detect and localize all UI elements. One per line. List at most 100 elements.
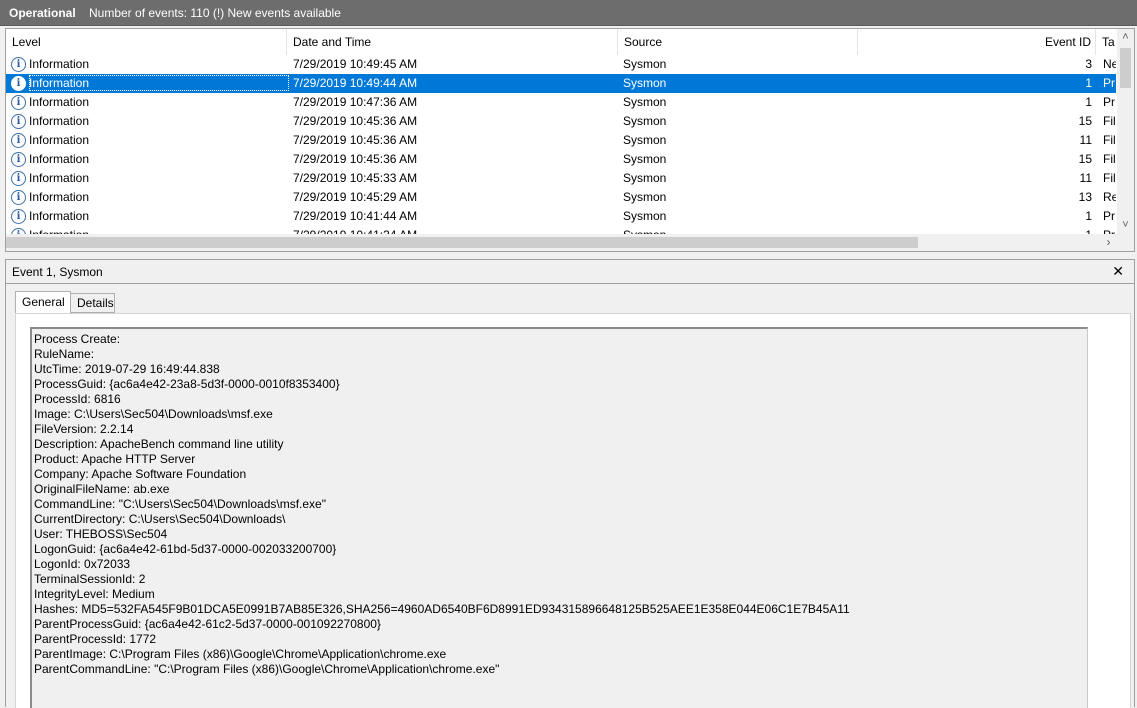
cell-event-id: 1 <box>1085 76 1092 90</box>
table-row[interactable]: i Information 7/29/2019 10:41:44 AM Sysmon 1… <box>6 207 1116 226</box>
table-row[interactable]: i Information 7/29/2019 10:45:36 AM Sysmon 1… <box>6 131 1116 150</box>
cell-task: Pr <box>1103 95 1115 109</box>
tab-general[interactable]: General <box>15 291 71 314</box>
cell-event-id: 3 <box>1085 57 1092 71</box>
scroll-up-icon[interactable]: ˄ <box>1117 29 1134 46</box>
description-line: Product: Apache HTTP Server <box>34 452 196 466</box>
info-icon: i <box>11 76 26 91</box>
description-line: Description: ApacheBench command line ut… <box>34 437 284 451</box>
cell-level: Information <box>29 209 90 223</box>
log-title: Operational <box>9 5 76 20</box>
cell-level: Information <box>29 95 90 109</box>
column-header-level[interactable]: Level <box>6 29 287 55</box>
cell-level: Information <box>29 114 90 128</box>
cell-event-id: 1 <box>1085 209 1092 223</box>
cell-task: Ne <box>1103 57 1116 71</box>
vertical-scrollbar[interactable]: ˄ ˅ <box>1117 29 1134 234</box>
event-detail-pane: Event 1, Sysmon ✕ General Details Proces… <box>5 259 1135 708</box>
info-icon: i <box>11 152 26 167</box>
cell-source: Sysmon <box>623 152 667 166</box>
description-line: User: THEBOSS\Sec504 <box>34 527 168 541</box>
cell-source: Sysmon <box>623 171 667 185</box>
table-row[interactable]: i Information 7/29/2019 10:45:36 AM Sysmon 1… <box>6 150 1116 169</box>
description-line: LogonGuid: {ac6a4e42-61bd-5d37-0000-0020… <box>34 542 337 556</box>
general-tab-panel: Process Create: RuleName: UtcTime: 2019-07… <box>15 313 1131 708</box>
info-icon: i <box>11 57 26 72</box>
cell-source: Sysmon <box>623 95 667 109</box>
scroll-right-icon[interactable]: › <box>1100 234 1117 251</box>
cell-task: Pr <box>1103 76 1115 90</box>
column-header-task[interactable]: Ta <box>1096 29 1116 55</box>
cell-task: Fil <box>1103 171 1116 185</box>
cell-task: Fil <box>1103 133 1116 147</box>
cell-event-id: 15 <box>1078 152 1092 166</box>
table-row[interactable]: i Information 7/29/2019 10:45:36 AM Sysmon 1… <box>6 112 1116 131</box>
info-icon: i <box>11 209 26 224</box>
description-line: OriginalFileName: ab.exe <box>34 482 170 496</box>
description-line: FileVersion: 2.2.14 <box>34 422 134 436</box>
cell-date: 7/29/2019 10:49:44 AM <box>293 76 418 90</box>
description-line: ProcessId: 6816 <box>34 392 121 406</box>
info-icon: i <box>11 171 26 186</box>
cell-event-id: 13 <box>1078 190 1092 204</box>
cell-date: 7/29/2019 10:47:36 AM <box>293 95 418 109</box>
events-list[interactable]: Level Date and Time Source Event ID Ta i… <box>5 28 1135 252</box>
table-row[interactable]: i Information 7/29/2019 10:49:45 AM Sysmon 3… <box>6 55 1116 74</box>
cell-level: Information <box>29 57 90 71</box>
close-icon[interactable]: ✕ <box>1112 261 1124 281</box>
description-line: LogonId: 0x72033 <box>34 557 131 571</box>
cell-date: 7/29/2019 10:49:45 AM <box>293 57 418 71</box>
info-icon: i <box>11 114 26 129</box>
cell-event-id: 15 <box>1078 114 1092 128</box>
column-header-event-id[interactable]: Event ID <box>858 29 1096 55</box>
info-icon: i <box>11 95 26 110</box>
cell-event-id: 11 <box>1079 171 1092 185</box>
cell-date: 7/29/2019 10:41:44 AM <box>293 209 418 223</box>
info-icon: i <box>11 190 26 205</box>
cell-date: 7/29/2019 10:45:33 AM <box>293 171 418 185</box>
cell-source: Sysmon <box>623 133 667 147</box>
description-line: UtcTime: 2019-07-29 16:49:44.838 <box>34 362 220 376</box>
description-line: ParentCommandLine: "C:\Program Files (x8… <box>34 662 500 676</box>
cell-date: 7/29/2019 10:45:36 AM <box>293 114 418 128</box>
description-line: RuleName: <box>34 347 95 361</box>
description-line: Process Create: <box>34 332 121 346</box>
column-header-date[interactable]: Date and Time <box>287 29 618 55</box>
description-line: ProcessGuid: {ac6a4e42-23a8-5d3f-0000-00… <box>34 377 340 391</box>
detail-divider <box>6 283 1134 284</box>
event-count: Number of events: 110 (!) New events ava… <box>89 5 341 20</box>
cell-date: 7/29/2019 10:45:29 AM <box>293 190 418 204</box>
description-line: TerminalSessionId: 2 <box>34 572 146 586</box>
cell-task: Fil <box>1103 114 1116 128</box>
cell-source: Sysmon <box>623 114 667 128</box>
cell-task: Pr <box>1103 209 1115 223</box>
log-header: Operational Number of events: 110 (!) Ne… <box>0 0 1137 26</box>
description-line: IntegrityLevel: Medium <box>34 587 155 601</box>
cell-level: Information <box>29 171 90 185</box>
table-row[interactable]: i Information 7/29/2019 10:45:29 AM Sysmon 1… <box>6 188 1116 207</box>
table-row[interactable]: i Information 7/29/2019 10:47:36 AM Sysmon 1… <box>6 93 1116 112</box>
cell-task: Fil <box>1103 152 1116 166</box>
column-header-source[interactable]: Source <box>618 29 858 55</box>
scroll-down-icon[interactable]: ˅ <box>1117 217 1134 234</box>
description-line: Company: Apache Software Foundation <box>34 467 247 481</box>
table-row[interactable]: i Information 7/29/2019 10:49:44 AM Sysmon 1… <box>6 74 1116 93</box>
cell-event-id: 1 <box>1085 95 1092 109</box>
table-row[interactable]: i Information 7/29/2019 10:45:33 AM Sysmon 1… <box>6 169 1116 188</box>
description-line: Hashes: MD5=532FA545F9B01DCA5E0991B7AB85… <box>34 602 850 616</box>
cell-event-id: 11 <box>1079 133 1092 147</box>
cell-source: Sysmon <box>623 76 667 90</box>
cell-level: Information <box>29 76 90 90</box>
description-line: Image: C:\Users\Sec504\Downloads\msf.exe <box>34 407 273 421</box>
cell-level: Information <box>29 133 90 147</box>
cell-source: Sysmon <box>623 57 667 71</box>
cell-date: 7/29/2019 10:45:36 AM <box>293 152 418 166</box>
vertical-scroll-thumb[interactable] <box>1120 48 1131 88</box>
horizontal-scroll-thumb[interactable] <box>6 237 918 248</box>
horizontal-scrollbar[interactable]: › <box>6 234 1134 251</box>
cell-task: Re <box>1103 190 1116 204</box>
tab-details[interactable]: Details <box>70 293 115 313</box>
cell-date: 7/29/2019 10:45:36 AM <box>293 133 418 147</box>
event-description-text[interactable]: Process Create: RuleName: UtcTime: 2019-07… <box>30 327 1088 708</box>
event-detail-title: Event 1, Sysmon <box>12 265 103 279</box>
